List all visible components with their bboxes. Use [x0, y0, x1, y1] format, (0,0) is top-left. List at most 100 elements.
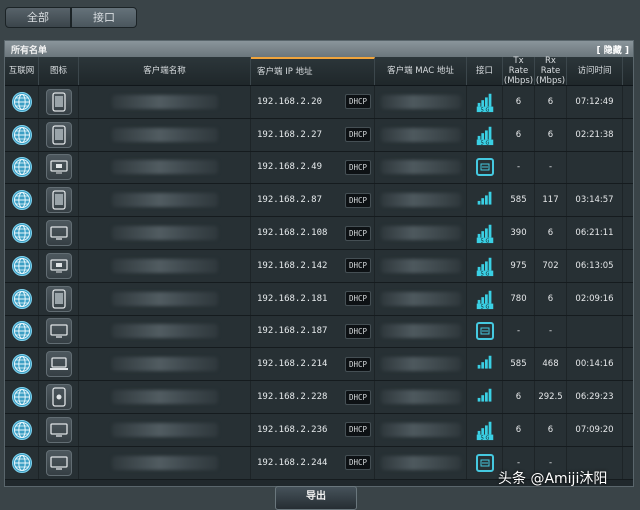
globe-icon[interactable] — [11, 190, 32, 211]
tx-rate: - — [516, 162, 521, 173]
svg-text:5 G: 5 G — [480, 304, 489, 310]
blurred-client-name[interactable] — [111, 258, 218, 273]
blurred-client-name[interactable] — [111, 160, 218, 175]
wifi-5g-icon: 5 G — [476, 257, 493, 277]
blurred-client-name[interactable] — [111, 422, 218, 437]
col-internet[interactable]: 互联网 — [5, 57, 39, 85]
table-row[interactable]: 192.168.2.108 DHCP 5 G 390 6 06:21:11 — [5, 217, 633, 250]
laptop-icon[interactable] — [45, 351, 72, 378]
export-button[interactable]: 导出 — [275, 486, 357, 510]
mac-icon[interactable] — [45, 384, 72, 411]
blurred-client-name[interactable] — [111, 226, 218, 241]
rx-rate: 292.5 — [538, 392, 563, 403]
blurred-client-name[interactable] — [111, 94, 218, 109]
tablet-icon[interactable] — [45, 88, 72, 115]
col-tx-rate[interactable]: Tx Rate (Mbps) — [503, 56, 535, 86]
client-ip: 192.168.2.244 — [257, 457, 328, 468]
blurred-mac-address — [380, 94, 461, 109]
client-mac-cell — [375, 86, 467, 118]
tx-rate-cell: 6 — [503, 118, 535, 151]
rx-rate: - — [548, 457, 553, 468]
globe-icon[interactable] — [11, 419, 32, 440]
globe-icon[interactable] — [11, 157, 32, 178]
blurred-client-name[interactable] — [111, 455, 218, 470]
interface-cell: 5 G — [467, 217, 503, 249]
tv-icon[interactable] — [45, 154, 72, 181]
client-mac-cell — [375, 282, 467, 315]
panel-header: 所有名单 [ 隐藏 ] — [5, 41, 633, 57]
globe-icon[interactable] — [11, 124, 32, 145]
col-client-ip[interactable]: 客户端 IP 地址 — [251, 57, 375, 85]
client-ip-cell: 192.168.2.27 DHCP — [251, 118, 375, 151]
blurred-mac-address — [380, 127, 461, 142]
blurred-client-name[interactable] — [111, 127, 218, 142]
tx-rate: 6 — [515, 129, 522, 140]
client-ip-cell: 192.168.2.214 DHCP — [251, 348, 375, 381]
table-row[interactable]: 192.168.2.27 DHCP 5 G 6 6 02:21:38 — [5, 118, 633, 152]
monitor-icon[interactable] — [45, 449, 72, 476]
globe-icon[interactable] — [11, 387, 32, 408]
table-row[interactable]: 192.168.2.187 DHCP - - — [5, 315, 633, 349]
blurred-client-name[interactable] — [111, 324, 218, 339]
col-access-time[interactable]: 访问时间 — [567, 57, 623, 85]
table-row[interactable]: 192.168.2.49 DHCP - - — [5, 151, 633, 185]
globe-icon[interactable] — [11, 452, 32, 473]
tx-rate: 780 — [510, 293, 527, 304]
internet-cell — [5, 413, 39, 446]
tx-rate-cell: 780 — [503, 282, 535, 315]
globe-icon[interactable] — [11, 321, 32, 342]
tablet-icon[interactable] — [45, 121, 72, 148]
blurred-client-name[interactable] — [111, 193, 218, 208]
access-time: 03:14:57 — [575, 195, 614, 206]
rx-rate: - — [548, 162, 553, 173]
client-ip: 192.168.2.108 — [257, 228, 328, 239]
svg-text:5 G: 5 G — [480, 239, 489, 245]
access-time: 06:29:23 — [575, 392, 614, 403]
col-rx-rate[interactable]: Rx Rate (Mbps) — [535, 56, 567, 86]
monitor-icon[interactable] — [45, 318, 72, 345]
tv-icon[interactable] — [45, 252, 72, 279]
col-interface[interactable]: 接口 — [467, 57, 503, 85]
table-row[interactable]: 192.168.2.87 DHCP 585 117 03:14:57 — [5, 184, 633, 218]
dhcp-badge: DHCP — [344, 323, 371, 339]
tablet-icon[interactable] — [45, 285, 72, 312]
table-row[interactable]: 192.168.2.236 DHCP 5 G 6 6 07:09:20 — [5, 413, 633, 447]
client-name-cell — [79, 282, 251, 315]
globe-icon[interactable] — [11, 354, 32, 375]
client-ip: 192.168.2.236 — [257, 424, 328, 435]
tab-all[interactable]: 全部 — [5, 7, 71, 28]
hide-button[interactable]: [ 隐藏 ] — [597, 43, 630, 56]
col-client-name[interactable]: 客户端名称 — [79, 57, 251, 85]
col-icon[interactable]: 图标 — [39, 57, 79, 85]
internet-cell — [5, 249, 39, 282]
globe-icon[interactable] — [11, 91, 32, 112]
blurred-client-name[interactable] — [111, 357, 218, 372]
tx-rate: - — [516, 326, 521, 337]
globe-icon[interactable] — [11, 255, 32, 276]
interface-cell — [467, 184, 503, 217]
globe-icon[interactable] — [11, 223, 32, 244]
table-row[interactable]: 192.168.2.20 DHCP 5 G 6 6 07:12:49 — [5, 86, 633, 119]
tab-interface[interactable]: 接口 — [71, 7, 137, 28]
interface-cell: 5 G — [467, 118, 503, 151]
col-client-mac[interactable]: 客户端 MAC 地址 — [375, 57, 467, 85]
access-time: 07:09:20 — [575, 424, 614, 435]
wifi-5g-icon: 5 G — [476, 126, 493, 146]
device-icon-cell — [39, 86, 79, 118]
monitor-icon[interactable] — [45, 416, 72, 443]
device-icon-cell — [39, 151, 79, 184]
globe-icon[interactable] — [11, 288, 32, 309]
blurred-client-name[interactable] — [111, 390, 218, 405]
tx-rate-cell: - — [503, 315, 535, 348]
blurred-client-name[interactable] — [111, 291, 218, 306]
client-name-cell — [79, 151, 251, 184]
tx-rate: 6 — [515, 424, 522, 435]
dhcp-badge: DHCP — [344, 258, 371, 274]
monitor-icon[interactable] — [45, 220, 72, 247]
tablet-icon[interactable] — [45, 187, 72, 214]
table-row[interactable]: 192.168.2.214 DHCP 585 468 00:14:16 — [5, 348, 633, 382]
table-row[interactable]: 192.168.2.228 DHCP 6 292.5 06:29:23 — [5, 381, 633, 414]
table-row[interactable]: 192.168.2.181 DHCP 5 G 780 6 02:09:16 — [5, 282, 633, 316]
device-icon-cell — [39, 282, 79, 315]
table-row[interactable]: 192.168.2.142 DHCP 5 G 975 702 06:13:05 — [5, 249, 633, 283]
